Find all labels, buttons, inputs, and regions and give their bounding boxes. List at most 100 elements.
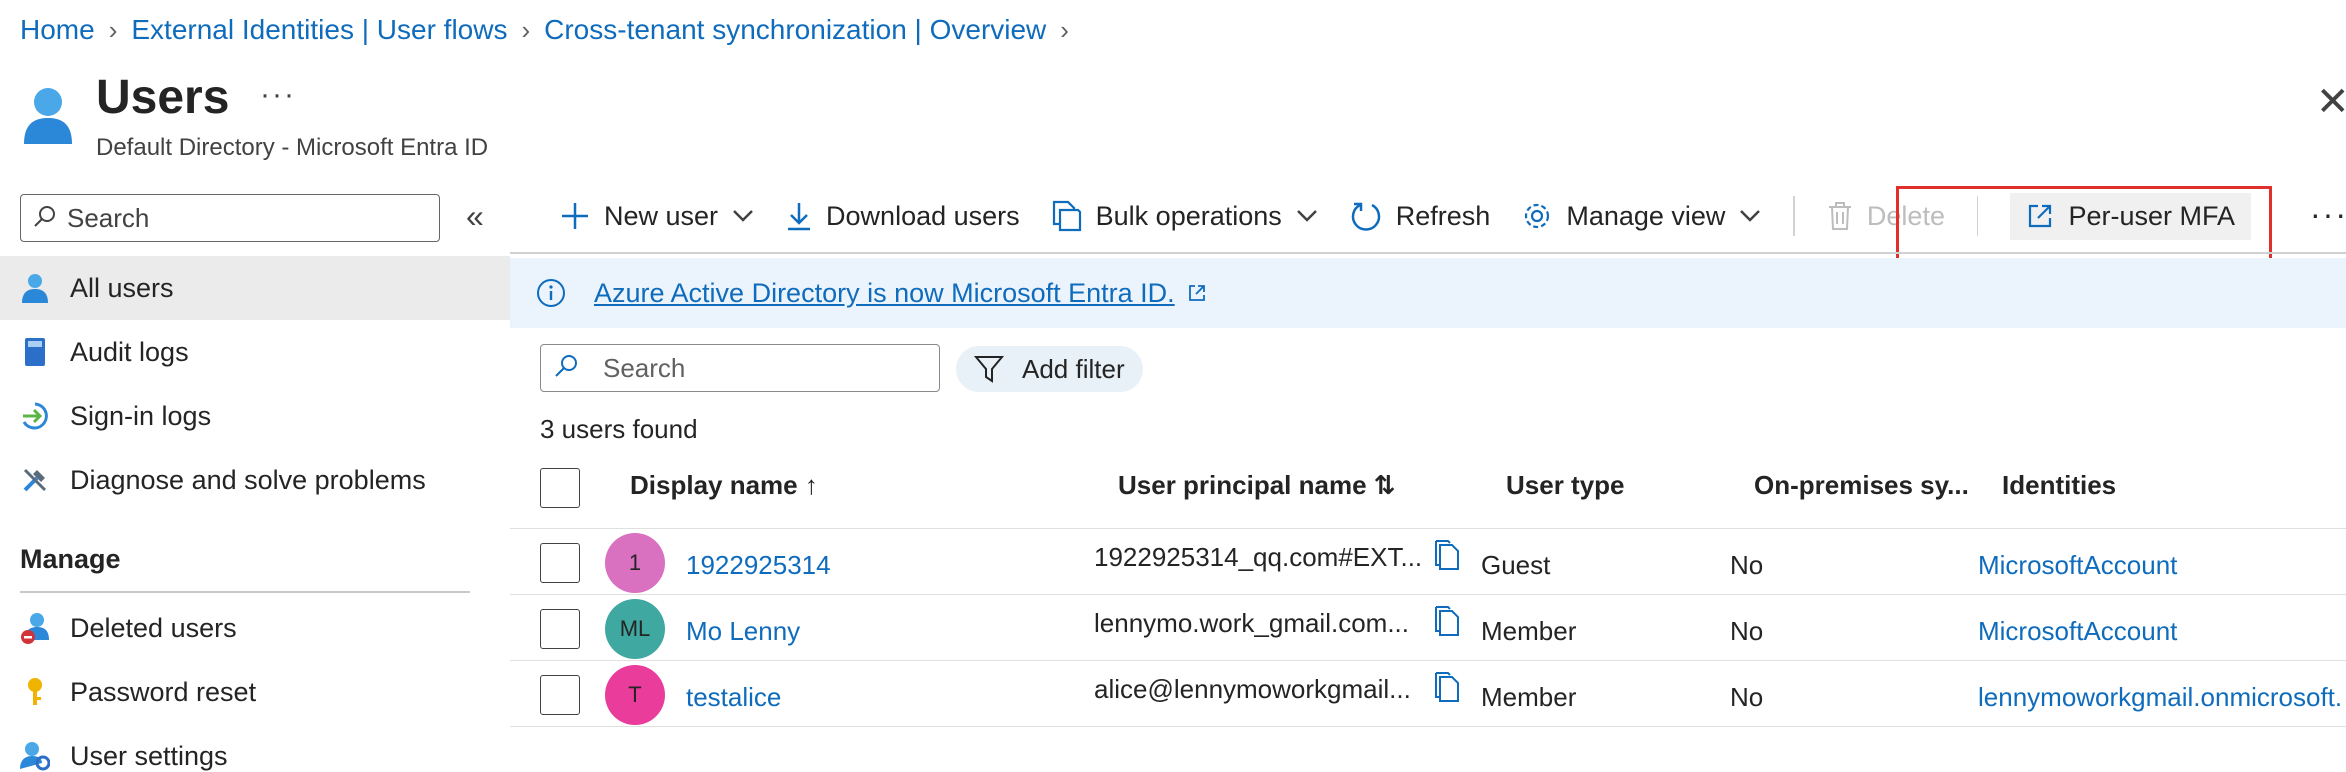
page-subtitle: Default Directory - Microsoft Entra ID	[96, 134, 489, 161]
user-settings-icon	[20, 741, 50, 771]
bulk-operations-button[interactable]: Bulk operations	[1052, 200, 1318, 232]
divider	[510, 528, 2346, 529]
column-header-on-premises[interactable]: On-premises sy...	[1754, 470, 1969, 501]
user-search-input[interactable]	[603, 352, 923, 384]
user-type-value: Guest	[1481, 550, 1551, 580]
avatar: T	[605, 665, 665, 725]
select-all-checkbox[interactable]	[540, 468, 580, 508]
divider	[510, 726, 2346, 727]
new-user-button[interactable]: New user	[560, 201, 754, 232]
download-users-label: Download users	[826, 200, 1020, 231]
close-icon[interactable]: ✕	[2316, 82, 2346, 122]
banner-link[interactable]: Azure Active Directory is now Microsoft …	[594, 278, 1175, 309]
column-header-display-name[interactable]: Display name ↑	[630, 470, 818, 501]
trash-icon	[1827, 201, 1853, 231]
chevron-down-icon	[1739, 209, 1761, 223]
breadcrumb-cross-tenant-sync[interactable]: Cross-tenant synchronization | Overview	[544, 14, 1046, 46]
sidebar-search-input[interactable]	[67, 202, 407, 234]
user-type-value: Member	[1481, 682, 1577, 712]
plus-icon	[560, 201, 590, 231]
manage-view-button[interactable]: Manage view	[1522, 201, 1761, 232]
sidebar-item-label: Audit logs	[70, 336, 189, 367]
sidebar-item-diagnose[interactable]: Diagnose and solve problems	[0, 448, 510, 512]
avatar: ML	[605, 599, 665, 659]
more-options-icon[interactable]: ···	[260, 78, 296, 112]
search-icon	[553, 353, 579, 384]
identities-link[interactable]: MicrosoftAccount	[1978, 616, 2177, 647]
user-display-name-link[interactable]: testalice	[686, 682, 781, 713]
key-icon	[20, 677, 50, 707]
sidebar-item-all-users[interactable]: All users	[0, 256, 510, 320]
sidebar-item-password-reset[interactable]: Password reset	[0, 660, 510, 724]
users-count: 3 users found	[540, 414, 698, 444]
on-premises-value: No	[1730, 550, 1764, 580]
column-header-user-type[interactable]: User type	[1506, 470, 1625, 501]
info-icon	[536, 278, 566, 308]
page-title: Users	[96, 71, 230, 124]
identities-link[interactable]: lennymoworkgmail.onmicrosoft.	[1978, 682, 2346, 713]
filter-icon	[974, 355, 1004, 383]
gear-icon	[1522, 201, 1552, 231]
open-external-icon	[1187, 283, 1207, 303]
manage-section-header: Manage	[20, 544, 121, 574]
sidebar-item-label: Sign-in logs	[70, 400, 212, 431]
sidebar-item-deleted-users[interactable]: Deleted users	[0, 596, 510, 660]
on-premises-value: No	[1730, 616, 1764, 646]
sidebar-item-sign-in-logs[interactable]: Sign-in logs	[0, 384, 510, 448]
refresh-icon	[1350, 200, 1382, 232]
chevron-down-icon	[732, 209, 754, 223]
chevron-right-icon: ›	[1060, 14, 1069, 45]
row-checkbox[interactable]	[540, 675, 580, 715]
user-display-name-link[interactable]: 1922925314	[686, 550, 831, 581]
row-checkbox[interactable]	[540, 609, 580, 649]
column-header-upn[interactable]: User principal name ⇅	[1118, 470, 1396, 501]
copy-icon[interactable]	[1434, 539, 1464, 573]
refresh-label: Refresh	[1395, 200, 1491, 231]
sidebar-item-label: Deleted users	[70, 612, 237, 643]
breadcrumb-home[interactable]: Home	[20, 14, 95, 46]
sidebar-search[interactable]	[20, 194, 440, 242]
copy-icon[interactable]	[1434, 605, 1464, 639]
user-principal-name: 1922925314_qq.com#EXT...	[1094, 542, 1423, 572]
avatar: 1	[605, 533, 665, 593]
refresh-button[interactable]: Refresh	[1350, 200, 1491, 232]
more-toolbar-icon[interactable]: ···	[2310, 196, 2346, 233]
user-type-value: Member	[1481, 616, 1577, 646]
sidebar-item-label: All users	[70, 272, 174, 303]
user-search[interactable]	[540, 344, 940, 392]
new-user-label: New user	[604, 200, 719, 231]
book-icon	[20, 337, 50, 367]
wrench-icon	[20, 465, 50, 495]
highlight-annotation	[1896, 186, 2272, 266]
copy-icon[interactable]	[1434, 671, 1464, 705]
sign-in-icon	[20, 401, 50, 431]
on-premises-value: No	[1730, 682, 1764, 712]
column-header-identities[interactable]: Identities	[2002, 470, 2116, 501]
breadcrumb-external-identities[interactable]: External Identities | User flows	[131, 14, 507, 46]
user-icon	[20, 273, 50, 303]
add-filter-button[interactable]: Add filter	[956, 346, 1143, 392]
divider	[20, 591, 470, 593]
sidebar-item-user-settings[interactable]: User settings	[0, 724, 510, 772]
deleted-user-icon	[20, 613, 50, 644]
collapse-sidebar-icon[interactable]: «	[466, 198, 484, 235]
divider	[510, 252, 2346, 254]
download-users-button[interactable]: Download users	[786, 201, 1020, 232]
user-principal-name: lennymo.work_gmail.com...	[1094, 608, 1409, 638]
sidebar-item-audit-logs[interactable]: Audit logs	[0, 320, 510, 384]
manage-view-label: Manage view	[1566, 200, 1726, 231]
bulk-operations-icon	[1052, 200, 1082, 232]
users-page-icon	[22, 84, 74, 146]
chevron-right-icon: ›	[521, 14, 531, 45]
row-checkbox[interactable]	[540, 543, 580, 583]
sidebar-item-label: User settings	[70, 740, 228, 771]
add-filter-label: Add filter	[1022, 353, 1125, 384]
sidebar-item-label: Diagnose and solve problems	[70, 464, 426, 495]
identities-link[interactable]: MicrosoftAccount	[1978, 550, 2177, 581]
breadcrumb: Home › External Identities | User flows …	[20, 14, 1083, 46]
chevron-down-icon	[1296, 209, 1318, 223]
divider	[510, 660, 2346, 661]
user-display-name-link[interactable]: Mo Lenny	[686, 616, 800, 647]
user-principal-name: alice@lennymoworkgmail...	[1094, 674, 1411, 704]
toolbar-divider	[1793, 196, 1795, 236]
